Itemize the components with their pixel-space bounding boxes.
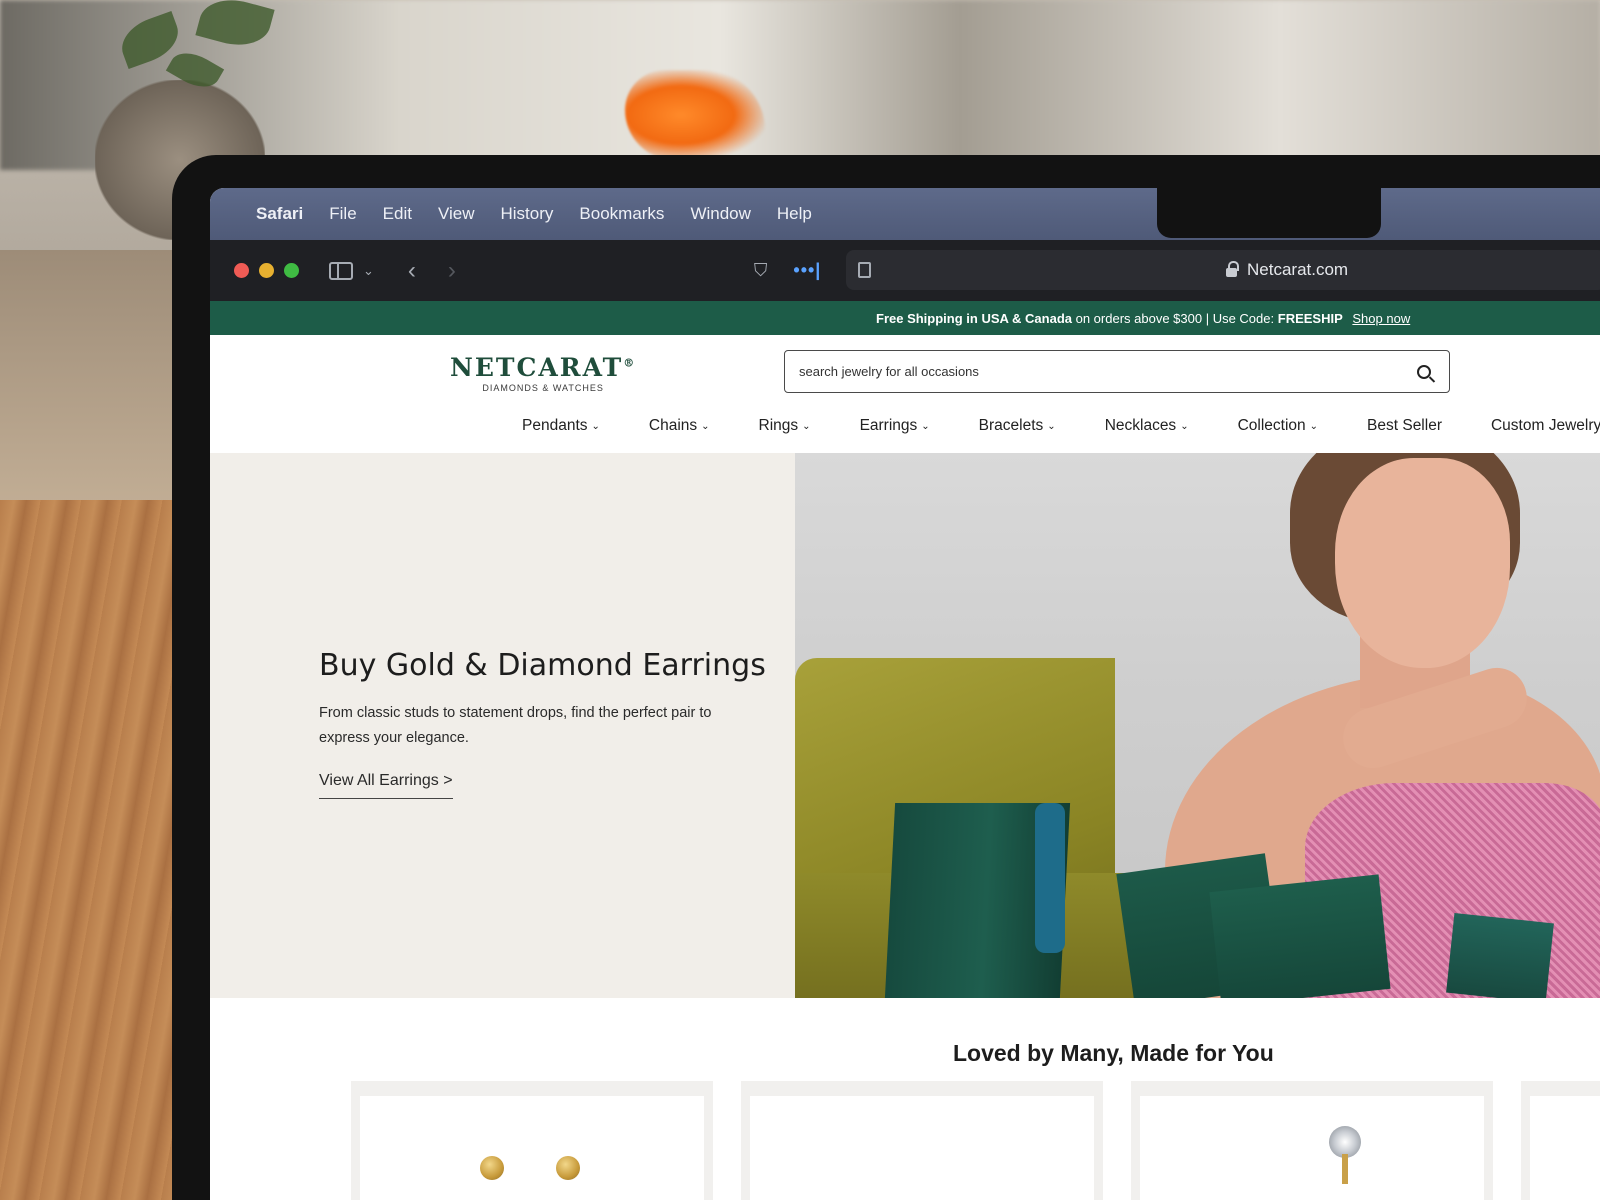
jewelry-box-shape <box>1446 912 1554 998</box>
chevron-down-icon: ⌄ <box>591 420 600 432</box>
product-card[interactable] <box>1131 1081 1493 1200</box>
address-bar[interactable]: Netcarat.com <box>846 250 1600 290</box>
logo-tagline: DIAMONDS & WATCHES <box>482 383 604 393</box>
forward-button[interactable]: › <box>448 257 456 285</box>
netcarat-logo[interactable]: NETCARAT® DIAMONDS & WATCHES <box>450 353 636 393</box>
window-controls <box>234 263 299 278</box>
gift-ribbon-shape <box>1035 803 1065 953</box>
main-nav: Pendants ⌄ Chains ⌄ Rings ⌄ Earrings ⌄ Brace… <box>522 417 1600 435</box>
background-neon-sign <box>625 70 765 160</box>
nav-label: Pendants <box>522 417 588 434</box>
promo-banner: Free Shipping in USA & Canada on orders … <box>210 301 1600 335</box>
menu-edit[interactable]: Edit <box>383 204 412 224</box>
promo-shipping-text: Free Shipping in USA & Canada <box>876 310 1072 326</box>
nav-item-rings[interactable]: Rings ⌄ <box>759 417 811 435</box>
chevron-down-icon: ⌄ <box>921 420 930 432</box>
view-all-earrings-link[interactable]: View All Earrings > <box>319 772 453 799</box>
privacy-shield-icon[interactable]: ⛉ <box>754 260 768 281</box>
menu-file[interactable]: File <box>329 204 356 224</box>
nav-item-collection[interactable]: Collection ⌄ <box>1238 417 1318 435</box>
sidebar-toggle-button[interactable] <box>329 261 353 280</box>
search-placeholder: search jewelry for all occasions <box>799 364 979 379</box>
gold-stud-earring-image <box>556 1156 580 1180</box>
search-icon[interactable] <box>1417 364 1431 379</box>
browser-toolbar: ⌄ ‹ › ⛉ •••| Netcarat.com <box>210 240 1600 301</box>
promo-order-text: on orders above $300 | Use Code: <box>1075 310 1275 326</box>
menu-help[interactable]: Help <box>777 204 812 224</box>
chevron-down-icon: ⌄ <box>1180 420 1189 432</box>
chevron-down-icon[interactable]: ⌄ <box>363 263 374 279</box>
logo-name: NETCARAT <box>450 353 624 382</box>
jewelry-box-shape <box>1209 874 1391 998</box>
menu-history[interactable]: History <box>501 204 554 224</box>
gold-stud-earring-image <box>480 1156 504 1180</box>
camera-notch <box>1157 188 1381 238</box>
nav-label: Chains <box>648 417 698 434</box>
product-card[interactable] <box>741 1081 1103 1200</box>
promo-content: Free Shipping in USA & Canada on orders … <box>876 311 1410 326</box>
hero-image <box>795 453 1600 998</box>
nav-item-chains[interactable]: Chains ⌄ <box>649 417 710 435</box>
menu-view[interactable]: View <box>438 204 475 224</box>
menu-app-name[interactable]: Safari <box>256 204 303 224</box>
nav-item-earrings[interactable]: Earrings ⌄ <box>860 417 930 435</box>
chevron-down-icon: ⌄ <box>1309 420 1319 432</box>
reader-view-icon[interactable] <box>858 262 871 278</box>
logo-wordmark: NETCARAT® <box>450 353 636 382</box>
hero-description: From classic studs to statement drops, f… <box>319 705 712 746</box>
nav-item-custom-jewelry[interactable]: Custom Jewelry <box>1491 417 1600 435</box>
chevron-down-icon: ⌄ <box>802 420 811 432</box>
product-card-image <box>750 1096 1094 1200</box>
nav-label: Bracelets <box>978 417 1044 434</box>
background-shelf <box>0 250 200 510</box>
search-input[interactable]: search jewelry for all occasions <box>784 350 1450 393</box>
laptop-screen: Safari File Edit View History Bookmarks … <box>210 188 1600 1200</box>
nav-label: Best Seller <box>1367 417 1442 434</box>
nav-label: Earrings <box>859 417 918 434</box>
product-card[interactable] <box>1521 1081 1600 1200</box>
model-face-shape <box>1335 458 1510 668</box>
nav-item-necklaces[interactable]: Necklaces ⌄ <box>1105 417 1189 435</box>
chevron-down-icon: ⌄ <box>701 420 710 432</box>
menu-bookmarks[interactable]: Bookmarks <box>579 204 664 224</box>
nav-item-best-seller[interactable]: Best Seller <box>1367 417 1442 435</box>
back-button[interactable]: ‹ <box>408 257 416 285</box>
nav-item-bracelets[interactable]: Bracelets ⌄ <box>979 417 1056 435</box>
shop-now-link[interactable]: Shop now <box>1352 311 1410 326</box>
close-window-button[interactable] <box>234 263 249 278</box>
nav-label: Collection <box>1237 417 1306 434</box>
products-section: Loved by Many, Made for You <box>210 998 1600 1200</box>
nav-item-pendants[interactable]: Pendants ⌄ <box>522 417 600 435</box>
section-title: Loved by Many, Made for You <box>953 1040 1274 1066</box>
extensions-dots-icon[interactable]: •••| <box>793 260 821 281</box>
hero-text-panel: Buy Gold & Diamond Earrings From classic… <box>210 453 795 998</box>
logo-registered-mark: ® <box>623 356 637 370</box>
nav-label: Necklaces <box>1104 417 1177 434</box>
url-display[interactable]: Netcarat.com <box>1226 260 1348 280</box>
chevron-down-icon: ⌄ <box>1047 420 1056 432</box>
product-card-image <box>1140 1096 1484 1200</box>
zoom-window-button[interactable] <box>284 263 299 278</box>
sidebar-icon <box>329 261 353 280</box>
product-card[interactable] <box>351 1081 713 1200</box>
url-text: Netcarat.com <box>1247 260 1349 279</box>
site-header: NETCARAT® DIAMONDS & WATCHES search jewe… <box>210 335 1600 453</box>
macos-menubar: Safari File Edit View History Bookmarks … <box>210 188 1600 240</box>
minimize-window-button[interactable] <box>259 263 274 278</box>
lock-icon <box>1226 260 1239 277</box>
nav-label: Rings <box>758 417 799 434</box>
earring-stem-image <box>1342 1154 1348 1184</box>
product-card-image <box>360 1096 704 1200</box>
promo-code: FREESHIP <box>1277 310 1343 326</box>
hero-title: Buy Gold & Diamond Earrings <box>319 648 766 683</box>
nav-label: Custom Jewelry <box>1490 417 1600 434</box>
product-card-image <box>1530 1096 1600 1200</box>
menu-window[interactable]: Window <box>690 204 750 224</box>
